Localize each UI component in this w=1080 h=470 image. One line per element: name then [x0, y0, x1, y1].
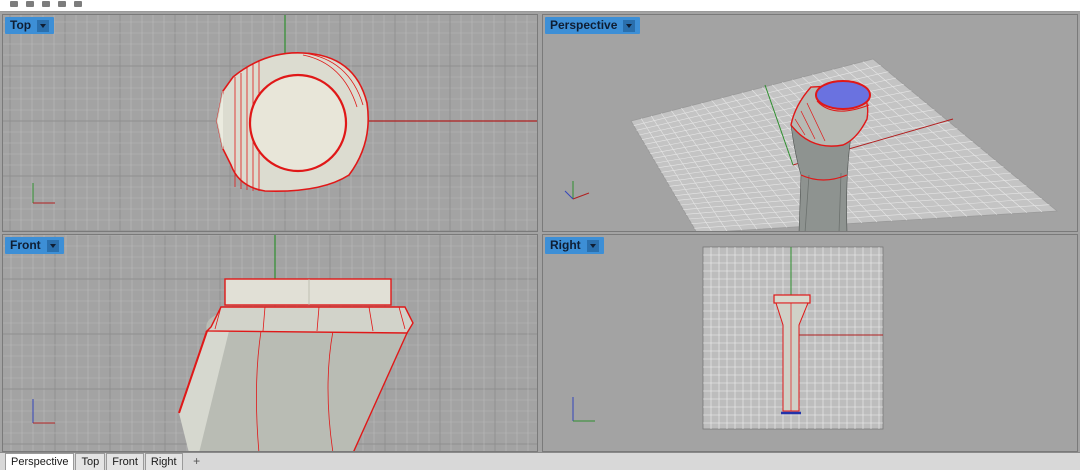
- tab-perspective[interactable]: Perspective: [5, 453, 75, 470]
- viewport-tab-bar: Perspective Top Front Right +: [0, 452, 1080, 470]
- viewport-right[interactable]: Right: [542, 234, 1078, 452]
- chevron-down-icon[interactable]: [586, 239, 599, 252]
- plus-icon[interactable]: +: [188, 453, 206, 470]
- toolbar-strip: [0, 0, 1080, 12]
- chevron-down-icon[interactable]: [623, 19, 636, 32]
- chevron-down-icon[interactable]: [46, 239, 59, 252]
- toolbar-icon[interactable]: [10, 1, 18, 7]
- viewport-title-label: Perspective: [550, 18, 618, 32]
- viewport-title-top[interactable]: Top: [5, 17, 55, 34]
- viewport-front[interactable]: Front: [2, 234, 538, 452]
- toolbar-icon[interactable]: [42, 1, 50, 7]
- viewport-perspective[interactable]: Perspective: [542, 14, 1078, 232]
- front-view-canvas[interactable]: [3, 235, 538, 452]
- perspective-view-canvas[interactable]: [543, 15, 1078, 232]
- ring-top-surface[interactable]: [216, 52, 369, 192]
- chevron-down-icon[interactable]: [37, 19, 50, 32]
- viewport-title-front[interactable]: Front: [5, 237, 64, 254]
- toolbar-icon[interactable]: [26, 1, 34, 7]
- viewport-title-label: Top: [10, 18, 32, 32]
- viewport-title-right[interactable]: Right: [545, 237, 604, 254]
- viewport-title-label: Right: [550, 238, 581, 252]
- rhino-app-window: Top Perspective Front Right Perspective …: [0, 0, 1080, 470]
- right-view-canvas[interactable]: [543, 235, 1078, 452]
- top-view-canvas[interactable]: [3, 15, 538, 232]
- viewport-top[interactable]: Top: [2, 14, 538, 232]
- tab-right[interactable]: Right: [144, 453, 183, 470]
- viewport-title-perspective[interactable]: Perspective: [545, 17, 641, 34]
- tab-front[interactable]: Front: [106, 453, 144, 470]
- toolbar-icon[interactable]: [58, 1, 66, 7]
- viewport-title-label: Front: [10, 238, 41, 252]
- toolbar-icon[interactable]: [74, 1, 82, 7]
- tab-top[interactable]: Top: [75, 453, 106, 470]
